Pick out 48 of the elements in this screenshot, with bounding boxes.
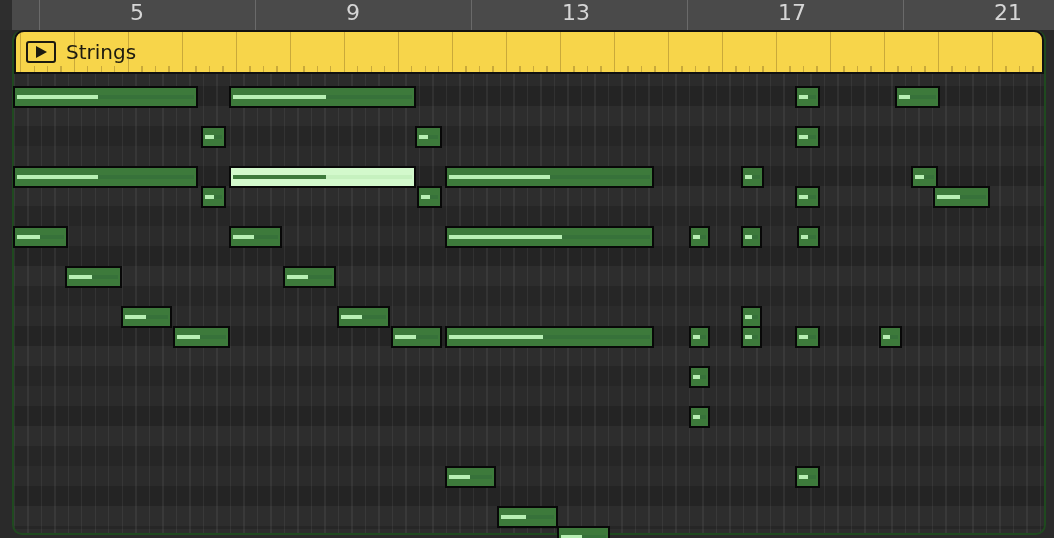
midi-note[interactable] [795,186,820,208]
midi-note[interactable] [201,126,226,148]
midi-note[interactable] [337,306,390,328]
midi-note[interactable] [417,186,442,208]
midi-note[interactable] [879,326,902,348]
timeline-ruler[interactable]: 5 9 13 17 21 [0,0,1054,30]
bar-number: 5 [130,2,144,24]
midi-note[interactable] [741,166,764,188]
midi-note[interactable] [201,186,226,208]
midi-note[interactable] [415,126,442,148]
midi-note[interactable] [13,226,68,248]
midi-note[interactable] [229,226,282,248]
midi-note[interactable] [895,86,940,108]
midi-note[interactable] [445,326,654,348]
midi-note[interactable] [497,506,558,528]
midi-note[interactable] [795,86,820,108]
midi-note[interactable] [689,226,710,248]
midi-note[interactable] [911,166,938,188]
bar-number: 17 [778,2,806,24]
midi-note[interactable] [173,326,230,348]
midi-note[interactable] [229,86,416,108]
midi-note[interactable] [445,466,496,488]
midi-note[interactable] [229,166,416,188]
play-icon[interactable] [26,41,56,63]
midi-note[interactable] [741,306,762,328]
midi-note[interactable] [121,306,172,328]
bar-number: 13 [562,2,590,24]
midi-note[interactable] [13,166,198,188]
midi-note[interactable] [13,86,198,108]
bar-number: 9 [346,2,360,24]
region-header[interactable]: Strings [14,30,1044,74]
midi-note[interactable] [795,466,820,488]
midi-note[interactable] [445,166,654,188]
midi-note[interactable] [689,366,710,388]
midi-note[interactable] [741,226,762,248]
midi-note[interactable] [795,326,820,348]
midi-note[interactable] [741,326,762,348]
midi-note[interactable] [445,226,654,248]
midi-note[interactable] [65,266,122,288]
midi-note[interactable] [933,186,990,208]
midi-note[interactable] [391,326,442,348]
midi-note[interactable] [283,266,336,288]
midi-note[interactable] [797,226,820,248]
midi-note[interactable] [795,126,820,148]
bar-number: 21 [994,2,1022,24]
midi-note[interactable] [689,326,710,348]
midi-note[interactable] [689,406,710,428]
region-title: Strings [66,40,137,64]
